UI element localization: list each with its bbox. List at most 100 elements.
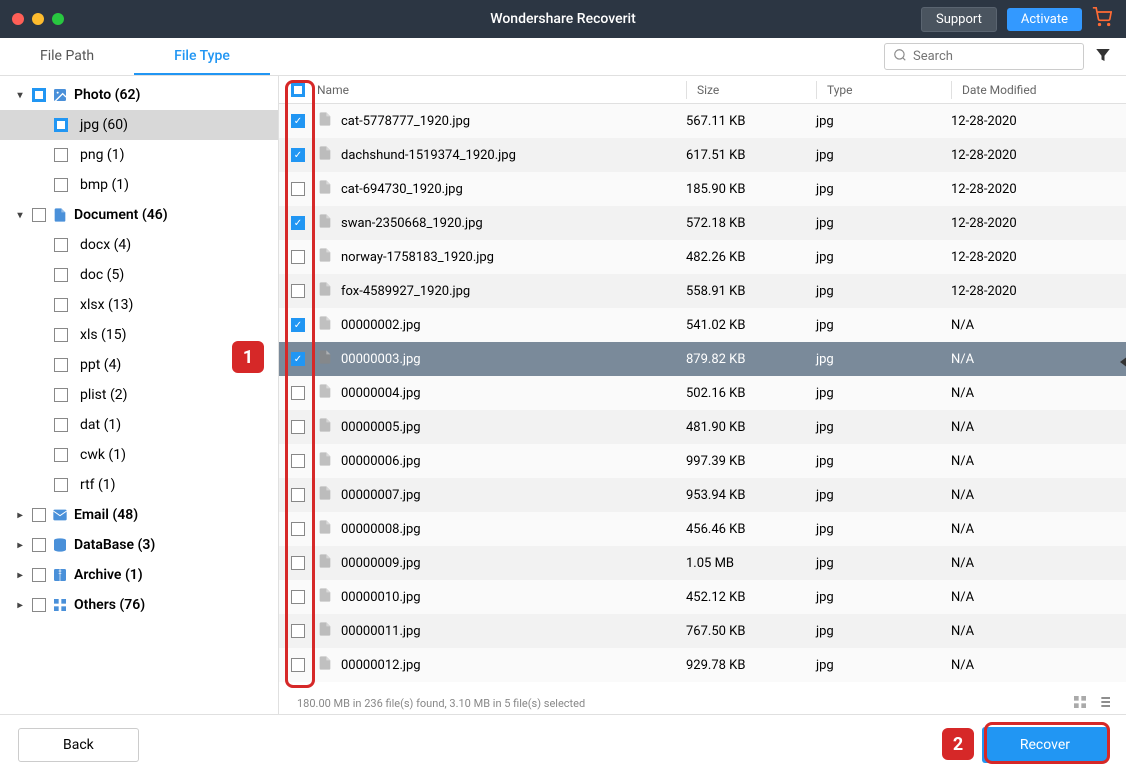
- item-label: dat (1): [80, 417, 121, 433]
- table-row[interactable]: norway-1758183_1920.jpg482.26 KBjpg12-28…: [279, 240, 1126, 274]
- row-checkbox[interactable]: [291, 352, 305, 366]
- row-checkbox[interactable]: [291, 216, 305, 230]
- row-checkbox[interactable]: [291, 182, 305, 196]
- table-row[interactable]: 00000009.jpg1.05 MBjpgN/A: [279, 546, 1126, 580]
- table-row[interactable]: swan-2350668_1920.jpg572.18 KBjpg12-28-2…: [279, 206, 1126, 240]
- item-checkbox[interactable]: [54, 298, 68, 312]
- row-checkbox[interactable]: [291, 454, 305, 468]
- tab-file-path[interactable]: File Path: [0, 38, 134, 75]
- support-button[interactable]: Support: [921, 7, 997, 32]
- file-icon: [317, 315, 333, 335]
- file-icon: [317, 213, 333, 233]
- sidebar-item[interactable]: cwk (1): [0, 440, 278, 470]
- table-row[interactable]: cat-694730_1920.jpg185.90 KBjpg12-28-202…: [279, 172, 1126, 206]
- item-checkbox[interactable]: [54, 268, 68, 282]
- cart-icon[interactable]: [1092, 7, 1112, 31]
- grid-view-icon[interactable]: [1072, 694, 1088, 713]
- header-type[interactable]: Type: [816, 81, 951, 99]
- file-date: 12-28-2020: [951, 148, 1126, 163]
- item-checkbox[interactable]: [54, 238, 68, 252]
- item-checkbox[interactable]: [54, 178, 68, 192]
- item-checkbox[interactable]: [54, 418, 68, 432]
- header-name[interactable]: Name: [317, 83, 686, 97]
- row-checkbox[interactable]: [291, 590, 305, 604]
- category-checkbox[interactable]: [32, 568, 46, 582]
- sidebar-item[interactable]: jpg (60): [0, 110, 278, 140]
- category-checkbox[interactable]: [32, 538, 46, 552]
- sidebar-item[interactable]: png (1): [0, 140, 278, 170]
- item-checkbox[interactable]: [54, 118, 68, 132]
- table-row[interactable]: fox-4589927_1920.jpg558.91 KBjpg12-28-20…: [279, 274, 1126, 308]
- row-checkbox[interactable]: [291, 624, 305, 638]
- row-checkbox[interactable]: [291, 284, 305, 298]
- table-row[interactable]: 00000008.jpg456.46 KBjpgN/A: [279, 512, 1126, 546]
- category-checkbox[interactable]: [32, 88, 46, 102]
- row-checkbox[interactable]: [291, 658, 305, 672]
- item-checkbox[interactable]: [54, 448, 68, 462]
- sidebar-item[interactable]: bmp (1): [0, 170, 278, 200]
- row-checkbox[interactable]: [291, 556, 305, 570]
- sidebar-item[interactable]: rtf (1): [0, 470, 278, 500]
- file-name: 00000010.jpg: [341, 590, 421, 605]
- row-checkbox[interactable]: [291, 488, 305, 502]
- close-window-button[interactable]: [12, 13, 24, 25]
- table-row[interactable]: 00000005.jpg481.90 KBjpgN/A: [279, 410, 1126, 444]
- file-date: N/A: [951, 624, 1126, 639]
- row-checkbox[interactable]: [291, 148, 305, 162]
- sidebar-category[interactable]: ▸Archive (1): [0, 560, 278, 590]
- file-size: 185.90 KB: [686, 182, 816, 197]
- row-checkbox[interactable]: [291, 522, 305, 536]
- table-row[interactable]: cat-5778777_1920.jpg567.11 KBjpg12-28-20…: [279, 104, 1126, 138]
- item-label: bmp (1): [80, 177, 129, 193]
- file-type: jpg: [816, 590, 951, 605]
- maximize-window-button[interactable]: [52, 13, 64, 25]
- table-row[interactable]: 00000003.jpg879.82 KBjpgN/A: [279, 342, 1126, 376]
- filter-icon[interactable]: [1094, 46, 1112, 68]
- sidebar-category[interactable]: ▸Others (76): [0, 590, 278, 620]
- row-checkbox[interactable]: [291, 318, 305, 332]
- header-date[interactable]: Date Modified: [951, 81, 1126, 99]
- recover-button[interactable]: Recover: [982, 727, 1108, 763]
- item-checkbox[interactable]: [54, 478, 68, 492]
- table-row[interactable]: 00000006.jpg997.39 KBjpgN/A: [279, 444, 1126, 478]
- item-checkbox[interactable]: [54, 148, 68, 162]
- activate-button[interactable]: Activate: [1007, 8, 1082, 31]
- header-size[interactable]: Size: [686, 81, 816, 99]
- sidebar-category[interactable]: ▾Document (46): [0, 200, 278, 230]
- sidebar-item[interactable]: xlsx (13): [0, 290, 278, 320]
- row-checkbox[interactable]: [291, 114, 305, 128]
- table-row[interactable]: 00000007.jpg953.94 KBjpgN/A: [279, 478, 1126, 512]
- sidebar-item[interactable]: plist (2): [0, 380, 278, 410]
- chevron-right-icon: ▸: [14, 570, 26, 581]
- sidebar-item[interactable]: dat (1): [0, 410, 278, 440]
- row-checkbox[interactable]: [291, 250, 305, 264]
- list-view-icon[interactable]: [1096, 694, 1112, 713]
- minimize-window-button[interactable]: [32, 13, 44, 25]
- row-checkbox[interactable]: [291, 386, 305, 400]
- category-checkbox[interactable]: [32, 598, 46, 612]
- back-button[interactable]: Back: [18, 728, 139, 762]
- table-header: Name Size Type Date Modified: [279, 76, 1126, 104]
- select-all-checkbox[interactable]: [291, 83, 305, 97]
- search-input[interactable]: [913, 49, 1075, 64]
- search-box[interactable]: [884, 43, 1084, 70]
- sidebar-category[interactable]: ▾Photo (62): [0, 80, 278, 110]
- category-checkbox[interactable]: [32, 208, 46, 222]
- item-checkbox[interactable]: [54, 358, 68, 372]
- item-checkbox[interactable]: [54, 388, 68, 402]
- table-row[interactable]: 00000012.jpg929.78 KBjpgN/A: [279, 648, 1126, 682]
- category-checkbox[interactable]: [32, 508, 46, 522]
- file-size: 502.16 KB: [686, 386, 816, 401]
- table-row[interactable]: 00000011.jpg767.50 KBjpgN/A: [279, 614, 1126, 648]
- item-checkbox[interactable]: [54, 328, 68, 342]
- row-checkbox[interactable]: [291, 420, 305, 434]
- table-row[interactable]: 00000004.jpg502.16 KBjpgN/A: [279, 376, 1126, 410]
- table-row[interactable]: dachshund-1519374_1920.jpg617.51 KBjpg12…: [279, 138, 1126, 172]
- sidebar-item[interactable]: doc (5): [0, 260, 278, 290]
- sidebar-category[interactable]: ▸Email (48): [0, 500, 278, 530]
- sidebar-category[interactable]: ▸DataBase (3): [0, 530, 278, 560]
- tab-file-type[interactable]: File Type: [134, 38, 270, 75]
- table-row[interactable]: 00000010.jpg452.12 KBjpgN/A: [279, 580, 1126, 614]
- table-row[interactable]: 00000002.jpg541.02 KBjpgN/A: [279, 308, 1126, 342]
- sidebar-item[interactable]: docx (4): [0, 230, 278, 260]
